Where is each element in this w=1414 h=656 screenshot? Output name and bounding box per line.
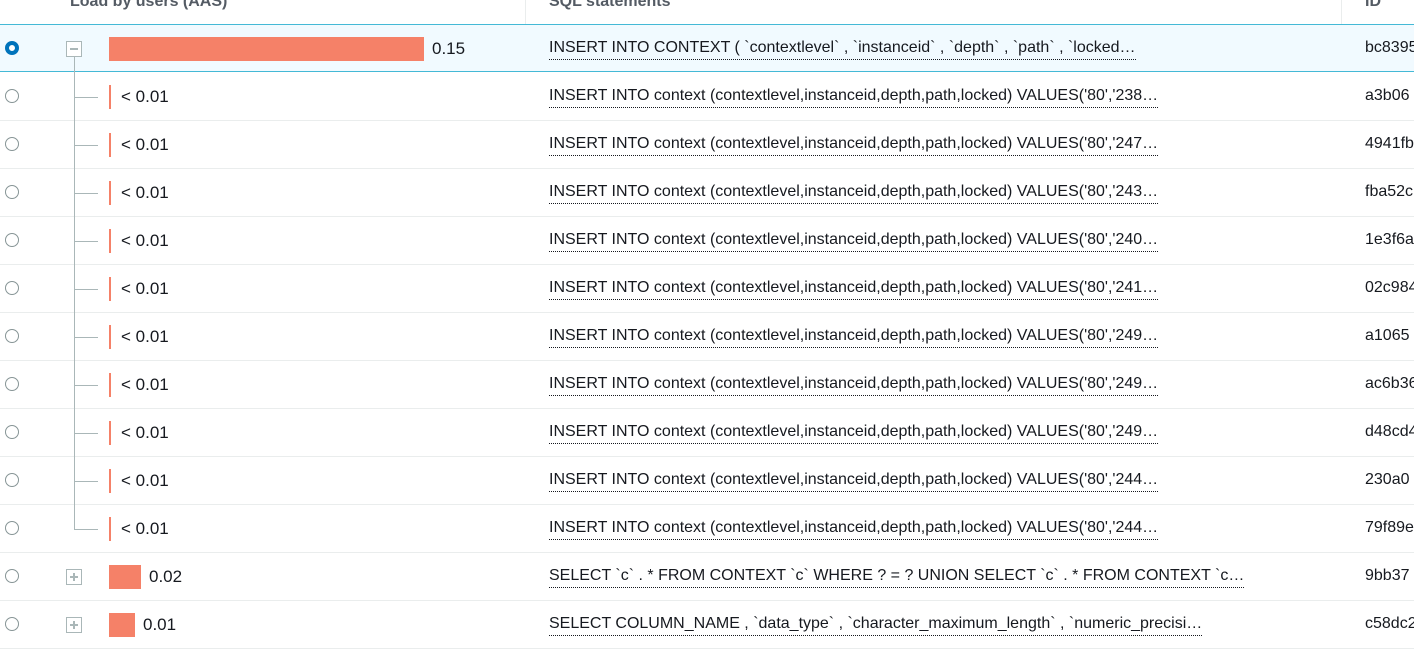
table-row[interactable]: < 0.01 INSERT INTO context (contextlevel,… (0, 265, 1414, 313)
load-value: < 0.01 (121, 327, 169, 346)
statement-id: 1e3f6a (1365, 231, 1414, 248)
table-row[interactable]: 0.01 SELECT COLUMN_NAME , `data_type` , `… (0, 601, 1414, 649)
row-select-radio[interactable] (5, 329, 19, 343)
expand-icon[interactable] (66, 569, 82, 585)
tree-line (74, 57, 75, 73)
load-value: < 0.01 (121, 471, 169, 490)
load-value: < 0.01 (121, 231, 169, 250)
sql-statement-link[interactable]: INSERT INTO context (contextlevel,instan… (549, 181, 1159, 204)
sql-statement-link[interactable]: INSERT INTO CONTEXT ( `contextlevel` , `… (549, 37, 1136, 60)
statement-id: c58dc2 (1365, 615, 1414, 632)
table-row[interactable]: < 0.01 INSERT INTO context (contextlevel,… (0, 73, 1414, 121)
column-header-id[interactable]: ID (1365, 0, 1381, 24)
sql-statement-link[interactable]: INSERT INTO context (contextlevel,instan… (549, 85, 1159, 108)
row-select-radio[interactable] (5, 617, 19, 631)
tree-branch (74, 433, 98, 434)
load-bar (109, 37, 424, 61)
table-row[interactable]: < 0.01 INSERT INTO context (contextlevel,… (0, 313, 1414, 361)
statement-id: bc8395 (1365, 39, 1414, 56)
table-header: Load by users (AAS) SQL statements ID (0, 0, 1414, 26)
tree-branch (74, 193, 98, 194)
column-divider (1341, 0, 1342, 25)
table-row[interactable]: < 0.01 INSERT INTO context (contextlevel,… (0, 361, 1414, 409)
load-value: < 0.01 (121, 87, 169, 106)
load-value: 0.02 (149, 567, 183, 586)
row-select-radio[interactable] (5, 185, 19, 199)
statement-id: a1065 (1365, 327, 1410, 344)
load-bar (109, 421, 111, 445)
tree-branch (74, 385, 98, 386)
load-bar (109, 325, 111, 349)
statement-id: 02c984 (1365, 279, 1414, 296)
load-bar (109, 613, 135, 637)
load-value: < 0.01 (121, 375, 169, 394)
table-row[interactable]: < 0.01 INSERT INTO context (contextlevel,… (0, 217, 1414, 265)
tree-branch (74, 529, 98, 530)
tree-branch (74, 145, 98, 146)
row-select-radio[interactable] (5, 233, 19, 247)
statement-id: 230a0 (1365, 471, 1410, 488)
table-row[interactable]: 0.15 INSERT INTO CONTEXT ( `contextlevel`… (0, 24, 1414, 73)
row-select-radio[interactable] (5, 473, 19, 487)
table-row[interactable]: < 0.01 INSERT INTO context (contextlevel,… (0, 505, 1414, 553)
collapse-icon[interactable] (66, 41, 82, 57)
load-value: < 0.01 (121, 423, 169, 442)
statement-id: 9bb37 (1365, 567, 1410, 584)
statement-id: 4941fb (1365, 135, 1414, 152)
sql-statement-link[interactable]: INSERT INTO context (contextlevel,instan… (549, 469, 1159, 492)
tree-line (74, 505, 75, 530)
row-select-radio[interactable] (5, 521, 19, 535)
load-bar (109, 133, 111, 157)
sql-statement-link[interactable]: INSERT INTO context (contextlevel,instan… (549, 133, 1159, 156)
sql-statement-link[interactable]: INSERT INTO context (contextlevel,instan… (549, 373, 1159, 396)
statement-id: ac6b36 (1365, 375, 1414, 392)
row-select-radio[interactable] (5, 377, 19, 391)
load-bar (109, 85, 111, 109)
load-bar (109, 565, 141, 589)
statement-id: fba52c (1365, 183, 1414, 200)
load-value: < 0.01 (121, 135, 169, 154)
load-bar (109, 469, 111, 493)
load-value: 0.15 (432, 39, 466, 58)
load-bar (109, 373, 111, 397)
statement-id: 79f89e (1365, 519, 1414, 536)
tree-branch (74, 241, 98, 242)
tree-branch (74, 337, 98, 338)
sql-statement-link[interactable]: INSERT INTO context (contextlevel,instan… (549, 421, 1159, 444)
load-bar (109, 181, 111, 205)
sql-statement-link[interactable]: SELECT COLUMN_NAME , `data_type` , `char… (549, 613, 1203, 636)
column-header-load[interactable]: Load by users (AAS) (70, 0, 227, 24)
statement-id: a3b06 (1365, 87, 1410, 104)
statement-id: d48cd4 (1365, 423, 1414, 440)
sql-statement-link[interactable]: INSERT INTO context (contextlevel,instan… (549, 325, 1159, 348)
column-divider (525, 0, 526, 25)
load-bar (109, 277, 111, 301)
load-value: < 0.01 (121, 279, 169, 298)
column-header-sql[interactable]: SQL statements (549, 0, 671, 24)
row-select-radio[interactable] (5, 281, 19, 295)
row-select-radio[interactable] (5, 41, 19, 55)
sql-statement-link[interactable]: INSERT INTO context (contextlevel,instan… (549, 517, 1159, 540)
load-bar (109, 517, 111, 541)
tree-branch (74, 289, 98, 290)
sql-statement-link[interactable]: INSERT INTO context (contextlevel,instan… (549, 229, 1159, 252)
load-bar (109, 229, 111, 253)
table-row[interactable]: 0.02 SELECT `c` . * FROM CONTEXT `c` WHER… (0, 553, 1414, 601)
row-select-radio[interactable] (5, 569, 19, 583)
table-row[interactable]: < 0.01 INSERT INTO context (contextlevel,… (0, 457, 1414, 505)
table-row[interactable]: < 0.01 INSERT INTO context (contextlevel,… (0, 409, 1414, 457)
row-select-radio[interactable] (5, 89, 19, 103)
table-row[interactable]: < 0.01 INSERT INTO context (contextlevel,… (0, 169, 1414, 217)
table-row[interactable]: < 0.01 INSERT INTO context (contextlevel,… (0, 121, 1414, 169)
load-value: < 0.01 (121, 519, 169, 538)
row-select-radio[interactable] (5, 137, 19, 151)
tree-branch (74, 97, 98, 98)
load-value: < 0.01 (121, 183, 169, 202)
sql-statement-link[interactable]: INSERT INTO context (contextlevel,instan… (549, 277, 1159, 300)
row-select-radio[interactable] (5, 425, 19, 439)
sql-statement-link[interactable]: SELECT `c` . * FROM CONTEXT `c` WHERE ? … (549, 565, 1245, 588)
expand-icon[interactable] (66, 617, 82, 633)
load-value: 0.01 (143, 615, 177, 634)
tree-branch (74, 481, 98, 482)
